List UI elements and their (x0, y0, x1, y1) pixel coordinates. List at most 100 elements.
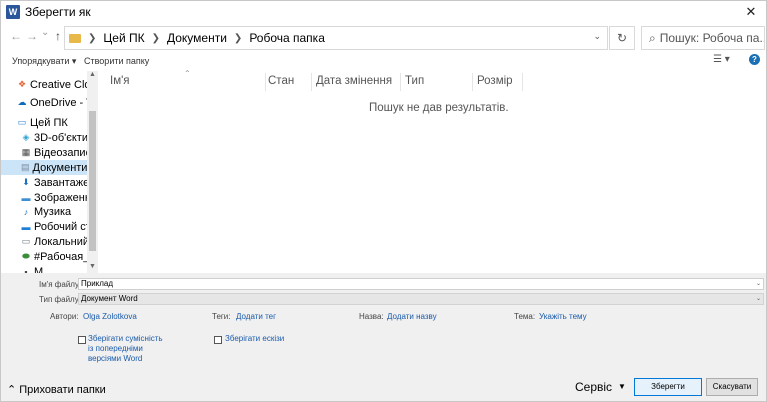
video-icon: ▦ (21, 147, 31, 157)
column-divider[interactable] (400, 73, 401, 91)
word-app-icon: W (6, 5, 20, 19)
column-divider[interactable] (265, 73, 266, 91)
search-input[interactable]: ⌕ Пошук: Робоча па... (641, 26, 765, 50)
filename-label: Ім'я файлу: (39, 280, 82, 289)
authors-label: Автори: (50, 312, 79, 321)
subject-value[interactable]: Укажіть тему (539, 312, 587, 321)
chevron-right-icon: ❯ (88, 32, 97, 44)
new-folder-button[interactable]: Створити папку (84, 56, 149, 66)
sidebar-item[interactable]: ▦ Відеозапис (21, 145, 91, 160)
authors-value[interactable]: Olga Zolotkova (83, 312, 137, 321)
title-value[interactable]: Додати назву (387, 312, 437, 321)
help-icon[interactable]: ? (749, 54, 760, 65)
compatibility-label-line-2: із попередніми (88, 344, 143, 353)
filetype-select[interactable]: Документ Word ⌄ (78, 293, 764, 305)
up-button[interactable]: ↑ (55, 29, 61, 43)
sidebar-item-label: #Рабочая_ (34, 250, 90, 263)
sidebar-item[interactable]: ▬ Робочий ст (21, 219, 91, 234)
address-bar[interactable]: ❯ Цей ПК ❯ Документи ❯ Робоча папка ⌄ (64, 26, 608, 50)
sidebar-item-label: Завантаже (34, 176, 90, 189)
3d-objects-icon: ◈ (22, 132, 30, 142)
navigation-pane: ❖ Creative Clo ☁ OneDrive - T ▭ Цей ПК ◈ 3D-об'… (1, 71, 98, 273)
save-button[interactable]: Зберегти (634, 378, 702, 396)
sidebar-item[interactable]: ▪ M (21, 264, 44, 274)
save-thumbnails-checkbox[interactable] (214, 336, 222, 344)
save-options-panel: Ім'я файлу: Приклад ⌄ Тип файлу: Докумен… (1, 273, 766, 401)
column-header-name[interactable]: Ім'я (110, 75, 130, 87)
tools-menu[interactable]: Сервіс (575, 380, 612, 394)
cancel-button[interactable]: Скасувати (706, 378, 758, 396)
save-as-dialog: W Зберегти як ✕ ← → ⌄ ↑ ❯ Цей ПК ❯ Докум… (0, 0, 767, 402)
column-header-type[interactable]: Тип (405, 75, 424, 87)
sort-ascending-icon: ⌃ (184, 69, 191, 78)
sidebar-item[interactable]: ♪ Музика (21, 204, 71, 219)
sidebar-item[interactable]: ☁ OneDrive - T (17, 95, 93, 110)
save-thumbnails-label[interactable]: Зберігати ескізи (225, 334, 284, 344)
chevron-down-icon[interactable]: ⌄ (756, 279, 761, 289)
compatibility-label-line-3: версіями Word (88, 354, 143, 363)
chevron-down-icon[interactable]: ⌄ (756, 294, 761, 304)
sidebar-item-label: Відеозапис (34, 146, 92, 159)
hide-folders-button[interactable]: ⌃ Приховати папки (7, 383, 106, 396)
sidebar-item[interactable]: ▭ Локальний (21, 234, 89, 249)
breadcrumb-this-pc[interactable]: Цей ПК (103, 31, 144, 45)
column-header-status[interactable]: Стан (268, 75, 294, 87)
creative-cloud-icon: ❖ (17, 79, 27, 89)
column-divider[interactable] (472, 73, 473, 91)
back-button[interactable]: ← (10, 29, 22, 43)
sidebar-item[interactable]: ◈ 3D-об'єкти (21, 130, 88, 145)
navigation-scrollbar[interactable]: ▲ ▼ (87, 71, 98, 273)
compatibility-label-line-1: Зберігати сумісність (88, 334, 163, 343)
column-header-size[interactable]: Розмір (477, 75, 513, 87)
desktop-icon: ▬ (21, 221, 31, 232)
view-options-icon[interactable]: ☰ ▾ (713, 54, 730, 65)
sidebar-item[interactable]: ⬬ #Рабочая_ (21, 249, 89, 264)
sidebar-item-label: M (34, 265, 44, 274)
forward-button[interactable]: → (26, 29, 38, 43)
sidebar-item[interactable]: ▬ Зображенн (21, 190, 91, 205)
compatibility-checkbox[interactable] (78, 336, 86, 344)
breadcrumb-work-folder[interactable]: Робоча папка (249, 31, 325, 45)
empty-results-message: Пошук не дав результатів. (369, 102, 509, 114)
sidebar-item[interactable]: ⬇ Завантаже (21, 175, 89, 190)
onedrive-icon: ☁ (17, 97, 27, 107)
filename-value: Приклад (81, 279, 114, 288)
sidebar-item[interactable]: ▤ Документи (1, 160, 87, 175)
scroll-down-arrow-icon[interactable]: ▼ (89, 263, 96, 270)
sidebar-item-label: Цей ПК (30, 116, 68, 129)
subject-label: Тема: (514, 312, 536, 321)
sidebar-item[interactable]: ▭ Цей ПК (17, 115, 68, 130)
breadcrumb-documents[interactable]: Документи (167, 31, 227, 45)
sidebar-item-label: Зображенн (34, 191, 91, 204)
column-divider[interactable] (522, 73, 523, 91)
caret-down-icon[interactable]: ▼ (618, 382, 626, 391)
recent-locations-button[interactable]: ⌄ (41, 27, 49, 38)
title-label: Назва: (359, 312, 384, 321)
local-disk-icon: ▭ (21, 236, 31, 246)
downloads-icon: ⬇ (22, 177, 30, 187)
filetype-value: Документ Word (81, 294, 138, 303)
refresh-button[interactable]: ↻ (609, 26, 635, 50)
pictures-icon: ▬ (21, 192, 31, 203)
sidebar-item-label: Робочий ст (34, 220, 91, 233)
chevron-down-icon[interactable]: ⌄ (593, 31, 601, 42)
folder-icon (69, 33, 81, 43)
tags-label: Теги: (212, 312, 231, 321)
chevron-right-icon: ❯ (151, 32, 160, 44)
sidebar-item-label: Документи (32, 161, 88, 174)
filetype-label: Тип файлу: (39, 295, 81, 304)
tags-value[interactable]: Додати тег (236, 312, 276, 321)
filename-input[interactable]: Приклад ⌄ (78, 278, 764, 290)
scrollbar-thumb[interactable] (89, 111, 96, 251)
close-button[interactable]: ✕ (736, 1, 766, 23)
organize-menu[interactable]: Упорядкувати ▾ (12, 56, 76, 67)
title-bar: W Зберегти як ✕ (1, 1, 766, 23)
column-divider[interactable] (311, 73, 312, 91)
sidebar-item[interactable]: ❖ Creative Clo (17, 77, 91, 92)
scroll-up-arrow-icon[interactable]: ▲ (89, 71, 96, 78)
search-icon: ⌕ (649, 30, 656, 45)
column-header-date-modified[interactable]: Дата змінення (316, 75, 392, 87)
sidebar-item-label: 3D-об'єкти (34, 131, 88, 144)
music-icon: ♪ (23, 206, 29, 217)
compatibility-label[interactable]: Зберігати сумісність із попередніми верс… (88, 334, 163, 364)
